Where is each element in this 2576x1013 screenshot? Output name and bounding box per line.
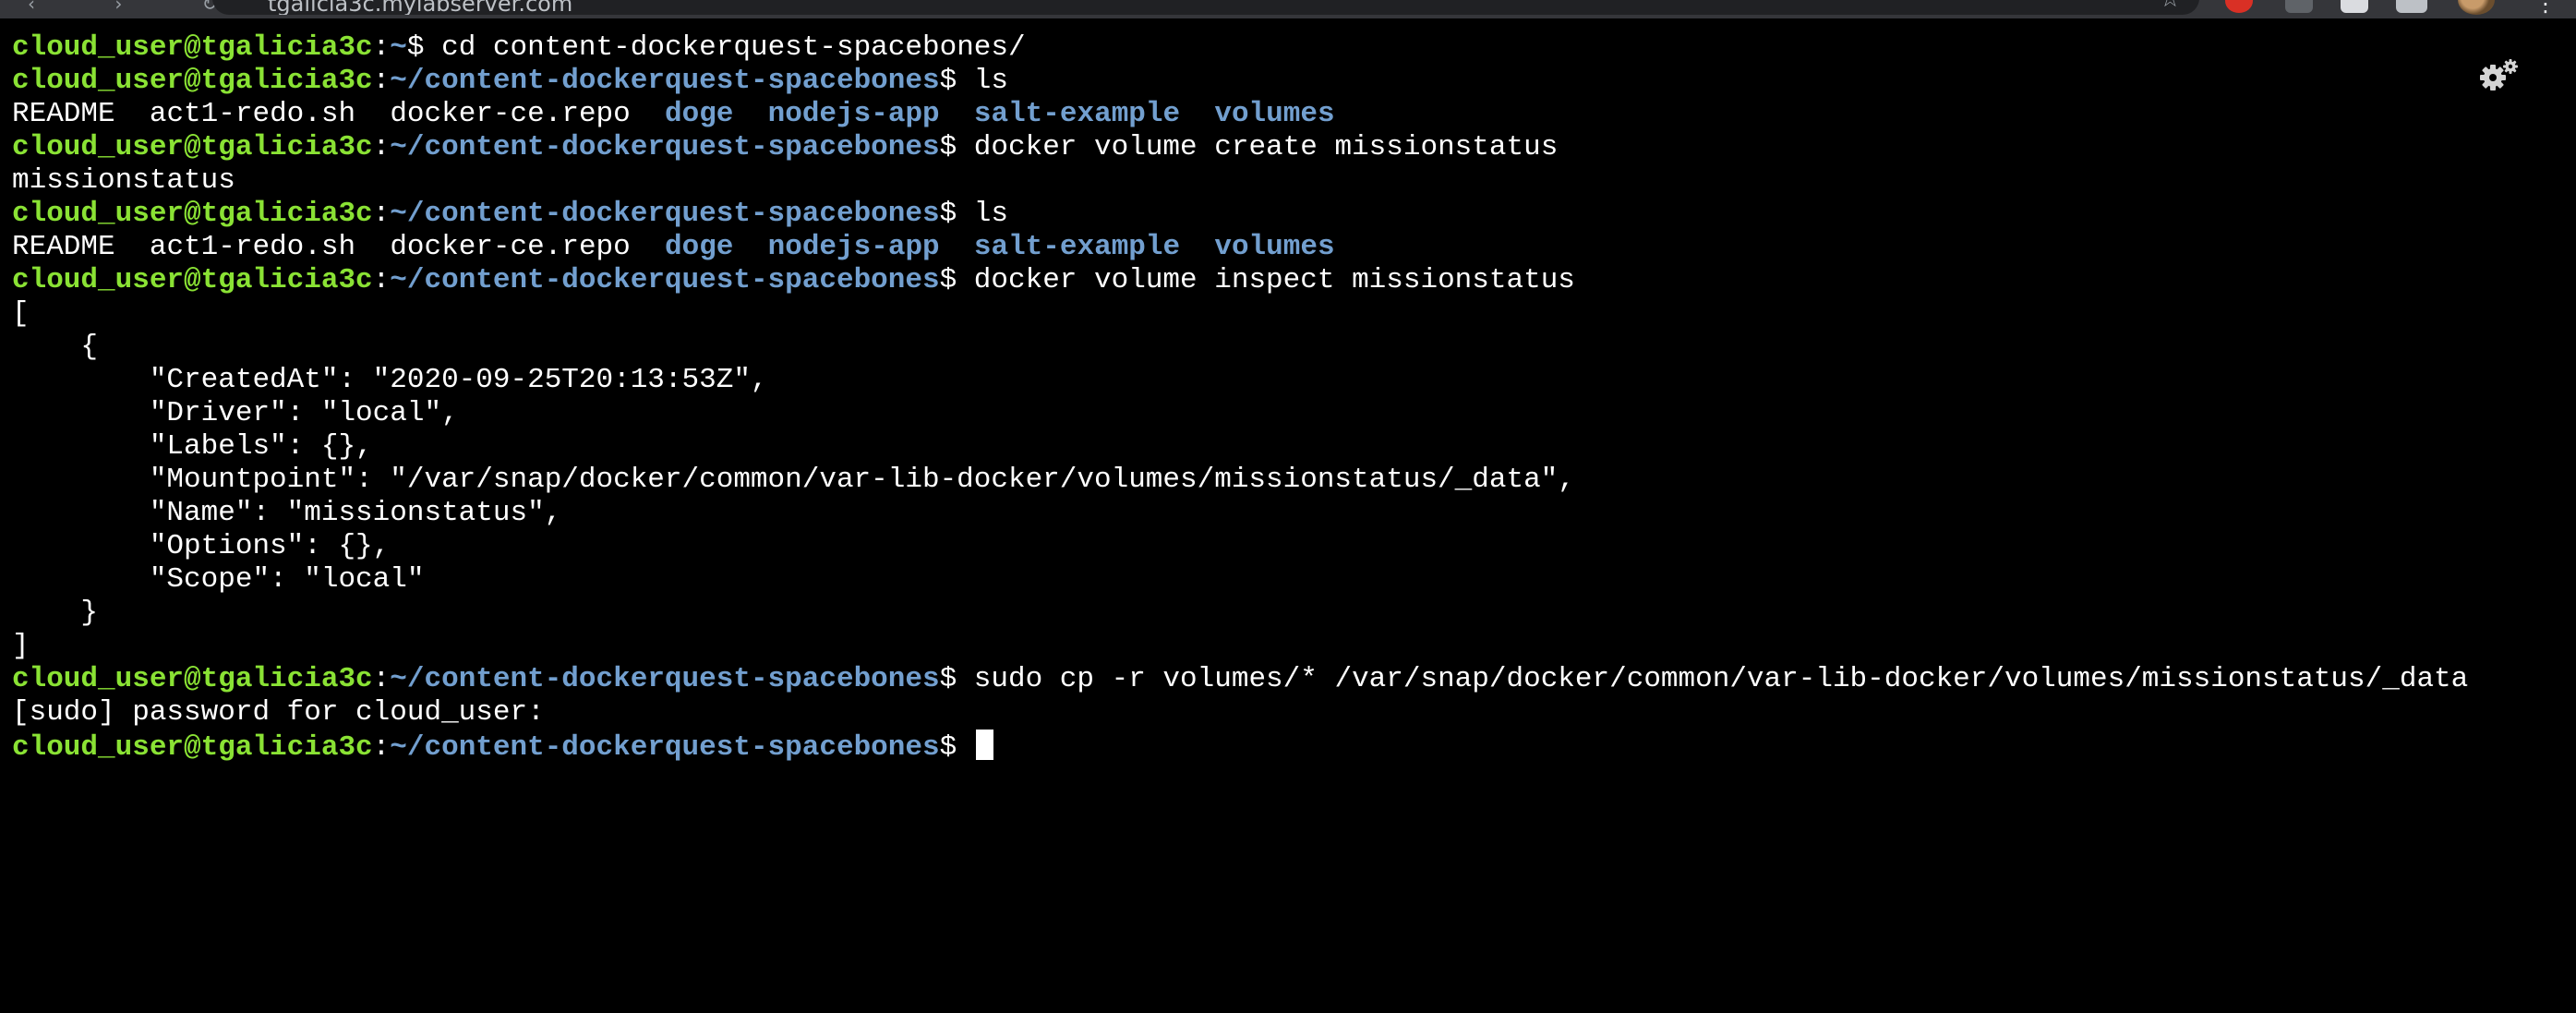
prompt-path: ~/content-dockerquest-spacebones <box>390 198 940 230</box>
prompt-colon: : <box>372 663 391 695</box>
extension-icon[interactable] <box>2225 0 2253 13</box>
ls-directory: nodejs-app <box>767 98 940 130</box>
home-icon[interactable] <box>2341 0 2368 13</box>
prompt-user-host: cloud_user@tgalicia3c <box>12 131 373 163</box>
json-output-line: "Scope": "local" <box>12 563 425 596</box>
ls-file: act1-redo.sh <box>149 231 356 263</box>
ls-directory: salt-example <box>973 231 1181 263</box>
terminal-line: cloud_user@tgalicia3c:~$ cd content-dock… <box>12 31 2468 65</box>
terminal-line: cloud_user@tgalicia3c:~/content-dockerqu… <box>12 65 2468 98</box>
prompt-dollar: $ <box>939 264 974 296</box>
ls-directory: doge <box>664 231 734 263</box>
command-text: docker volume inspect missionstatus <box>973 264 1575 296</box>
extension-icon[interactable] <box>2285 0 2313 13</box>
prompt-dollar: $ <box>406 31 442 64</box>
json-output-line: [ <box>12 297 30 330</box>
terminal-window[interactable]: cloud_user@tgalicia3c:~$ cd content-dock… <box>0 18 2576 1013</box>
prompt-user-host: cloud_user@tgalicia3c <box>12 731 373 764</box>
prompt-colon: : <box>372 65 391 97</box>
ls-file: act1-redo.sh <box>149 98 356 130</box>
command-text: docker volume create missionstatus <box>973 131 1559 163</box>
terminal-cursor[interactable] <box>975 730 993 760</box>
ls-directory: volumes <box>1214 98 1335 130</box>
json-output-line: "Mountpoint": "/var/snap/docker/common/v… <box>12 464 1575 496</box>
ls-file: docker-ce.repo <box>390 98 631 130</box>
prompt-path: ~/content-dockerquest-spacebones <box>390 264 940 296</box>
json-output-line: "CreatedAt": "2020-09-25T20:13:53Z", <box>12 364 768 396</box>
terminal-line: cloud_user@tgalicia3c:~/content-dockerqu… <box>12 198 2468 231</box>
prompt-path: ~/content-dockerquest-spacebones <box>390 65 940 97</box>
prompt-colon: : <box>372 198 391 230</box>
json-output-line: } <box>12 597 99 629</box>
profile-avatar[interactable] <box>2458 0 2495 15</box>
ls-file: docker-ce.repo <box>390 231 631 263</box>
ls-file: README <box>12 98 115 130</box>
command-text: ls <box>973 65 1009 97</box>
prompt-dollar: $ <box>939 131 974 163</box>
prompt-dollar: $ <box>939 65 974 97</box>
ls-directory: nodejs-app <box>767 231 940 263</box>
prompt-dollar: $ <box>939 663 974 695</box>
ls-directory: salt-example <box>973 98 1181 130</box>
terminal-line: cloud_user@tgalicia3c:~/content-dockerqu… <box>12 663 2468 696</box>
prompt-user-host: cloud_user@tgalicia3c <box>12 65 373 97</box>
browser-toolbar: ‹ › ↻ tgalicia3c.mylabserver.com ☆ ⋮ <box>0 0 2576 18</box>
command-text: sudo cp -r volumes/* /var/snap/docker/co… <box>973 663 2469 695</box>
terminal-line: cloud_user@tgalicia3c:~/content-dockerqu… <box>12 264 2468 297</box>
prompt-path: ~/content-dockerquest-spacebones <box>390 663 940 695</box>
prompt-colon: : <box>372 31 391 64</box>
json-output-line: "Name": "missionstatus", <box>12 497 562 529</box>
ls-output-line: README act1-redo.sh docker-ce.repo doge … <box>12 231 2468 264</box>
ls-output-line: README act1-redo.sh docker-ce.repo doge … <box>12 98 2468 131</box>
prompt-colon: : <box>372 731 391 764</box>
prompt-user-host: cloud_user@tgalicia3c <box>12 663 373 695</box>
sudo-password-prompt: [sudo] password for cloud_user: <box>12 696 545 729</box>
command-output-line: missionstatus <box>12 164 235 197</box>
terminal-line-current[interactable]: cloud_user@tgalicia3c:~/content-dockerqu… <box>12 730 2468 764</box>
terminal-output: cloud_user@tgalicia3c:~$ cd content-dock… <box>12 31 2468 764</box>
ls-directory: doge <box>664 98 734 130</box>
ls-file: README <box>12 231 115 263</box>
gears-icon[interactable] <box>2477 57 2520 94</box>
json-output-line: "Labels": {}, <box>12 430 373 463</box>
json-output-line: ] <box>12 630 30 662</box>
command-text: ls <box>973 198 1009 230</box>
prompt-path: ~/content-dockerquest-spacebones <box>390 131 940 163</box>
prompt-user-host: cloud_user@tgalicia3c <box>12 264 373 296</box>
prompt-dollar: $ <box>939 198 974 230</box>
command-text: cd content-dockerquest-spacebones/ <box>441 31 1026 64</box>
prompt-dollar: $ <box>939 731 974 764</box>
prompt-user-host: cloud_user@tgalicia3c <box>12 31 373 64</box>
json-output-line: "Options": {}, <box>12 530 391 562</box>
prompt-user-host: cloud_user@tgalicia3c <box>12 198 373 230</box>
address-bar-url: tgalicia3c.mylabserver.com <box>268 0 573 15</box>
bookmark-star-icon[interactable]: ☆ <box>2160 0 2181 11</box>
prompt-colon: : <box>372 131 391 163</box>
browser-menu-icon[interactable]: ⋮ <box>2534 0 2557 15</box>
json-output-line: "Driver": "local", <box>12 397 459 429</box>
prompt-colon: : <box>372 264 391 296</box>
ls-directory: volumes <box>1214 231 1335 263</box>
prompt-path: ~/content-dockerquest-spacebones <box>390 731 940 764</box>
address-bar[interactable]: tgalicia3c.mylabserver.com ☆ <box>212 0 2199 15</box>
json-output-line: { <box>12 331 99 363</box>
extensions-puzzle-icon[interactable] <box>2396 0 2427 13</box>
terminal-line: cloud_user@tgalicia3c:~/content-dockerqu… <box>12 131 2468 164</box>
prompt-path: ~ <box>390 31 407 64</box>
